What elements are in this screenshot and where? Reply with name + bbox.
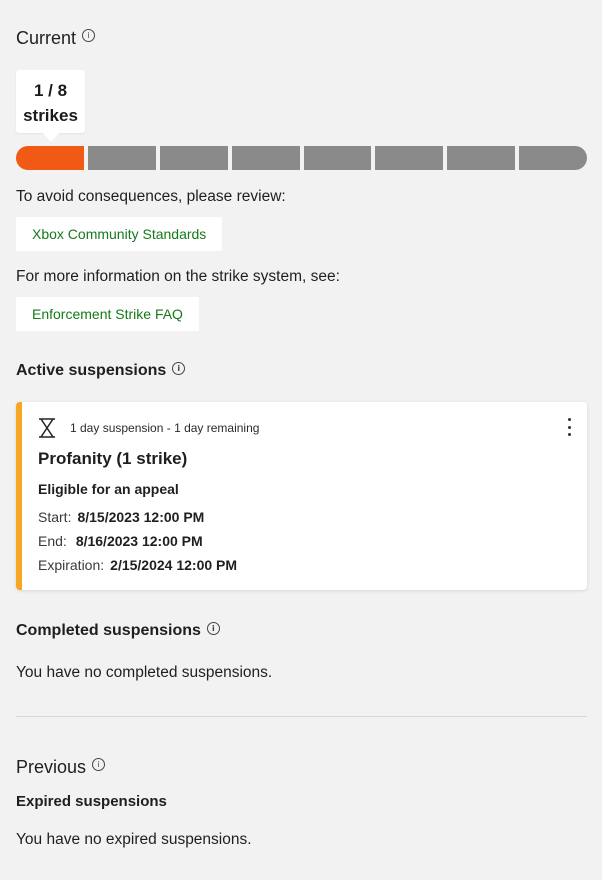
current-title: Current [16,28,77,48]
end-row: End: 8/16/2023 12:00 PM [38,533,203,549]
bubble-pointer [43,133,59,142]
strike-segment-filled [16,146,84,170]
completed-suspensions-heading: Completed suspensions i [16,621,220,640]
hourglass-icon [39,418,55,438]
strike-progress-bar [16,146,587,170]
suspension-title: Profanity (1 strike) [38,449,188,468]
section-divider [16,716,587,717]
strike-count: 1 / 8 [33,81,68,100]
expiration-label: Expiration: [38,557,105,573]
strike-segment-empty [231,146,300,170]
expiration-value: 2/15/2024 12:00 PM [110,557,238,573]
more-info-text: For more information on the strike syste… [16,268,340,285]
strike-faq-link[interactable]: Enforcement Strike FAQ [16,297,199,331]
suspension-duration: 1 day suspension - 1 day remaining [70,421,260,435]
expiration-row: Expiration: 2/15/2024 12:00 PM [38,557,237,573]
strike-segment-empty [519,146,587,170]
end-value: 8/16/2023 12:00 PM [75,533,203,549]
end-label: End: [38,533,67,549]
strike-label: strikes [23,106,78,125]
start-value: 8/15/2023 12:00 PM [77,509,205,525]
info-icon[interactable]: i [92,758,106,771]
expired-suspensions-title: Expired suspensions [16,793,167,810]
avoid-consequences-text: To avoid consequences, please review: [16,188,286,205]
active-suspensions-heading: Active suspensions i [16,361,186,380]
strike-count-bubble: 1 / 8 strikes [16,70,85,133]
appeal-eligibility: Eligible for an appeal [38,481,179,497]
suspension-card-header: 1 day suspension - 1 day remaining [38,418,259,438]
start-label: Start: [38,509,72,525]
current-heading: Current i [16,28,96,49]
previous-title: Previous [16,757,87,777]
expired-empty-text: You have no expired suspensions. [16,831,252,848]
expired-suspensions-heading: Expired suspensions [16,793,167,810]
community-standards-link[interactable]: Xbox Community Standards [16,217,223,251]
suspension-card: 1 day suspension - 1 day remaining Profa… [16,402,587,590]
strike-segment-empty [87,146,156,170]
strike-segment-empty [375,146,444,170]
more-options-icon[interactable] [565,416,573,438]
previous-heading: Previous i [16,757,106,778]
strike-segment-empty [303,146,372,170]
start-row: Start: 8/15/2023 12:00 PM [38,509,204,525]
info-icon[interactable]: i [82,29,96,42]
completed-empty-text: You have no completed suspensions. [16,664,273,681]
strike-segment-empty [447,146,516,170]
strike-segment-empty [159,146,228,170]
active-suspensions-title: Active suspensions [16,362,167,379]
info-icon[interactable]: i [206,621,220,635]
info-icon[interactable]: i [172,361,186,375]
completed-suspensions-title: Completed suspensions [16,622,201,639]
